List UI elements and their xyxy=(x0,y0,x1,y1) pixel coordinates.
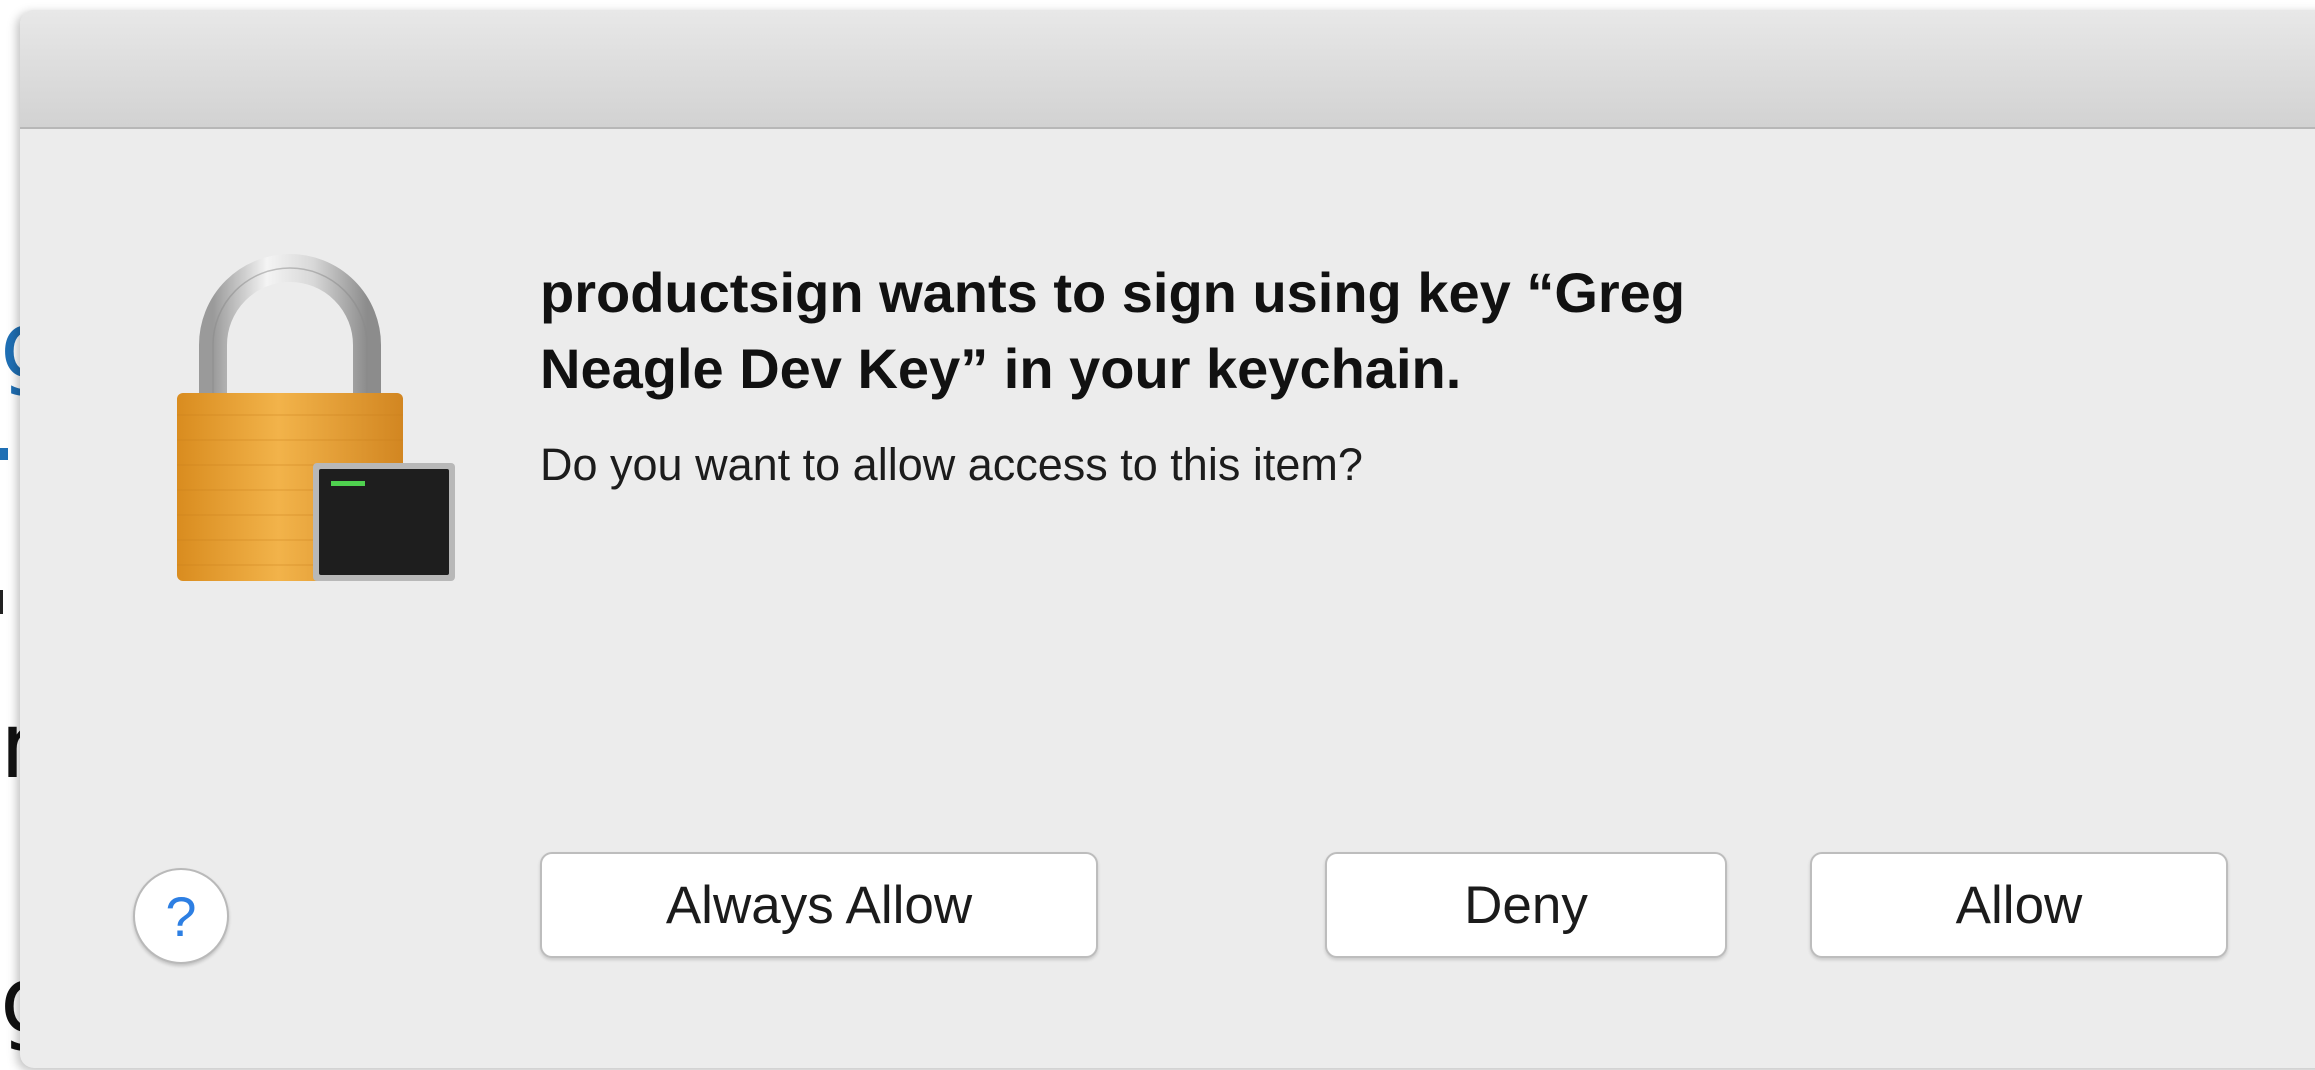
background-dot xyxy=(0,448,8,460)
dialog-subtitle: Do you want to allow access to this item… xyxy=(540,439,1363,490)
help-button[interactable]: ? xyxy=(133,868,229,964)
keychain-access-dialog: productsign wants to sign using key “Gre… xyxy=(20,10,2315,1068)
allow-button[interactable]: Allow xyxy=(1810,852,2228,958)
background-mark xyxy=(0,590,3,614)
always-allow-button[interactable]: Always Allow xyxy=(540,852,1098,958)
dialog-titlebar[interactable] xyxy=(20,10,2315,129)
deny-button[interactable]: Deny xyxy=(1325,852,1727,958)
screen: g n g xyxy=(0,0,2315,1070)
keychain-lock-icon xyxy=(177,254,455,581)
dialog-message: productsign wants to sign using key “Gre… xyxy=(540,255,2140,493)
dialog-title-line: productsign wants to sign using key “Gre… xyxy=(540,261,1686,324)
dialog-title: productsign wants to sign using key “Gre… xyxy=(540,255,2140,407)
dialog-title-line: Neagle Dev Key” in your keychain. xyxy=(540,337,1462,400)
